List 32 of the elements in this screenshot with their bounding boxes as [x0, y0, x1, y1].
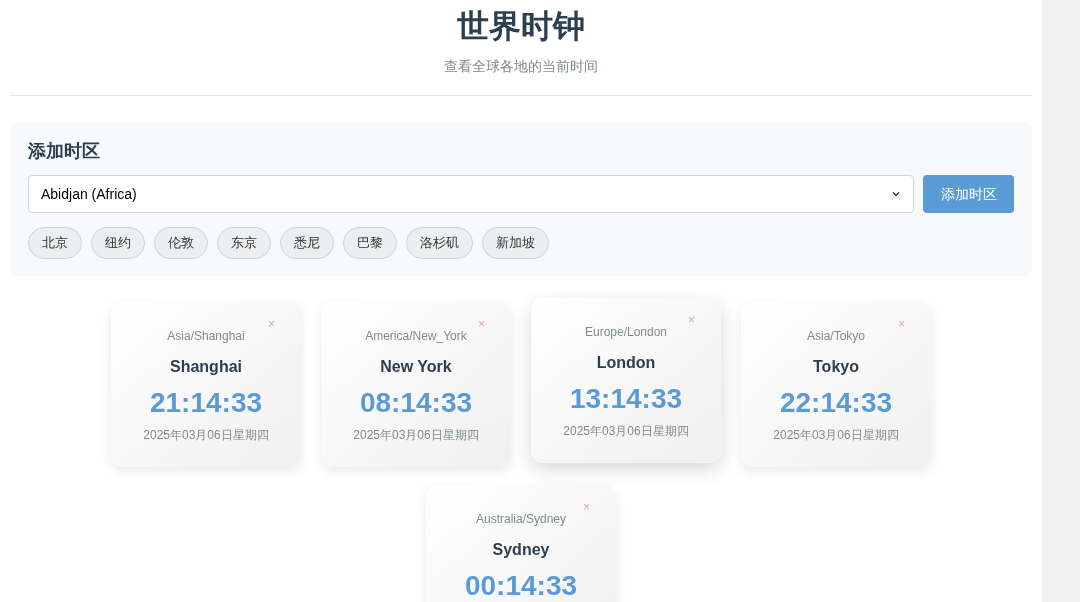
city-name: Shanghai — [170, 357, 242, 377]
timezone-name: America/New_York — [365, 328, 467, 344]
quick-pick-chip[interactable]: 新加坡 — [482, 227, 549, 259]
clock-time: 08:14:33 — [359, 386, 473, 420]
city-name: Tokyo — [813, 357, 859, 377]
clock-time: 00:14:33 — [464, 569, 578, 602]
quick-pick-chip[interactable]: 悉尼 — [280, 227, 334, 259]
clock-time: 21:14:33 — [149, 386, 263, 420]
clock-date: 2025年03月06日星期四 — [353, 427, 479, 443]
quick-pick-chip[interactable]: 北京 — [28, 227, 82, 259]
timezone-name: Asia/Tokyo — [807, 328, 865, 344]
city-name: Sydney — [492, 540, 550, 560]
page-title: 世界时钟 — [457, 7, 585, 46]
page-subtitle: 查看全球各地的当前时间 — [444, 57, 598, 76]
clock-time: 13:14:33 — [569, 382, 683, 416]
quick-pick-chip[interactable]: 洛杉矶 — [406, 227, 473, 259]
timezone-name: Europe/London — [584, 324, 668, 340]
clock-date: 2025年03月06日星期四 — [563, 423, 689, 439]
chevron-down-icon — [891, 189, 901, 199]
clock-date: 2025年03月06日星期四 — [773, 427, 899, 443]
quick-pick-chip[interactable]: 纽约 — [91, 227, 145, 259]
quick-pick-chip[interactable]: 巴黎 — [343, 227, 397, 259]
clock-time: 22:14:33 — [779, 386, 893, 420]
timezone-name: Asia/Shanghai — [167, 328, 245, 344]
timezone-name: Australia/Sydney — [475, 511, 566, 527]
timezone-select[interactable]: Abidjan (Africa) — [28, 175, 914, 213]
clock-date: 2025年03月06日星期四 — [143, 427, 269, 443]
city-name: London — [596, 353, 656, 373]
quick-pick-chip[interactable]: 东京 — [217, 227, 271, 259]
panel-heading: 添加时区 — [28, 140, 100, 163]
city-name: New York — [380, 357, 452, 377]
quick-pick-chip[interactable]: 伦敦 — [154, 227, 208, 259]
